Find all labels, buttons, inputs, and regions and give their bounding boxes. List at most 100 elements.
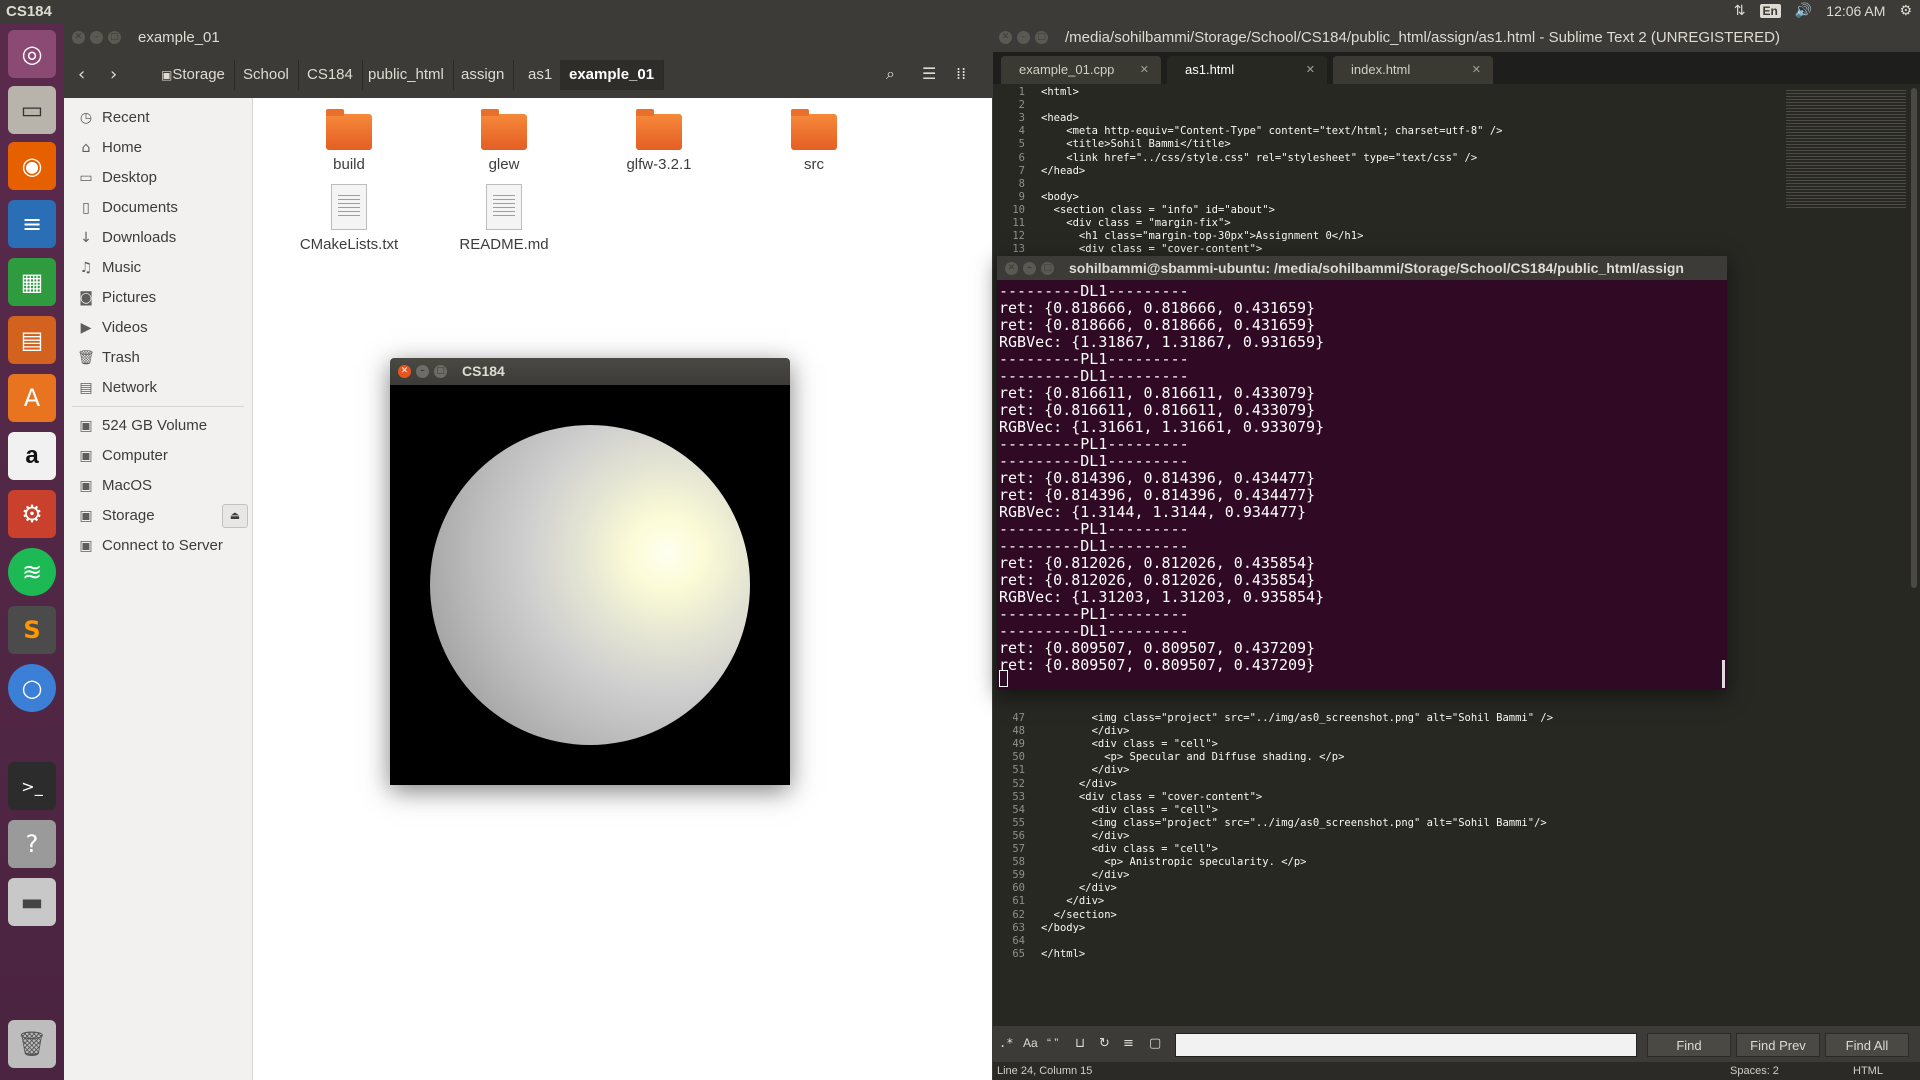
line-number: 48 [1012,725,1025,738]
clock[interactable]: 12:06 AM [1826,3,1885,19]
files-icon[interactable]: ▭ [8,86,56,134]
folder-glew[interactable]: glew [439,109,569,173]
desktop-icon: ▭ [79,170,93,186]
sidebar-item-computer[interactable]: ▣ Computer [64,442,252,470]
minimize-icon[interactable]: – [90,31,103,44]
scrollbar[interactable] [1911,88,1917,588]
wrap-icon[interactable]: ↻ [1099,1036,1110,1051]
terminal-icon[interactable]: >_ [8,762,56,810]
list-view-icon[interactable]: ☰ [922,64,936,83]
sidebar-item-macos[interactable]: ▣ MacOS [64,472,252,500]
maximize-icon[interactable]: □ [434,365,447,378]
sidebar-item-label: Videos [102,319,148,336]
find-prev-button[interactable]: Find Prev [1736,1033,1820,1057]
sidebar-item-desktop[interactable]: ▭ Desktop [64,164,252,192]
impress-icon[interactable]: ▤ [8,316,56,364]
sidebar-item-videos[interactable]: ▶ Videos [64,314,252,342]
in-selection-icon[interactable]: ≡ [1123,1036,1134,1051]
eject-icon[interactable]: ⏏ [222,504,248,528]
back-icon[interactable]: ‹ [78,64,85,85]
keyboard-layout-indicator[interactable]: En [1759,4,1781,18]
code-text: </div> [1041,869,1130,882]
sidebar-item-documents[interactable]: ▯ Documents [64,194,252,222]
tab-as1-html[interactable]: as1.html ✕ [1167,56,1327,84]
breadcrumb-example-01[interactable]: example_01 [560,60,665,90]
sidebar-item-trash[interactable]: 🗑 Trash [64,344,252,372]
volume-icon[interactable]: 🔊 [1795,3,1812,19]
sidebar-item-pictures[interactable]: ◙ Pictures [64,284,252,312]
breadcrumb-public-html[interactable]: public_html [359,60,454,90]
network-icon[interactable]: ⇅ [1734,3,1746,19]
terminal-scrollbar[interactable] [1722,660,1725,688]
sidebar-item-recent[interactable]: ◷ Recent [64,104,252,132]
sidebar-item-home[interactable]: ⌂ Home [64,134,252,162]
chromium-icon[interactable]: ○ [8,664,56,712]
close-icon[interactable]: ✕ [1005,262,1018,275]
sidebar-item-downloads[interactable]: ↓ Downloads [64,224,252,252]
breadcrumb-as1[interactable]: as1 [519,60,563,90]
minimize-icon[interactable]: – [1017,31,1030,44]
file-cmakelists[interactable]: CMakeLists.txt [284,184,414,253]
spotify-icon[interactable]: ≋ [8,548,56,596]
terminal-line: ---------DL1--------- [999,367,1189,385]
minimap[interactable] [1786,88,1906,208]
highlight-icon[interactable]: ▢ [1149,1036,1161,1051]
maximize-icon[interactable]: □ [1041,262,1054,275]
maximize-icon[interactable]: □ [108,31,121,44]
find-button[interactable]: Find [1647,1033,1731,1057]
tab-example-01-cpp[interactable]: example_01.cpp ✕ [1001,56,1161,84]
indentation-status[interactable]: Spaces: 2 [1730,1062,1779,1080]
close-icon[interactable]: ✕ [1140,56,1149,84]
sidebar-item-storage[interactable]: ▣ Storage ⏏ [64,502,252,530]
forward-icon[interactable]: › [110,64,117,85]
folder-glfw[interactable]: glfw-3.2.1 [594,109,724,173]
home-icon: ⌂ [81,140,91,156]
search-icon[interactable]: ⌕ [886,64,895,84]
close-icon[interactable]: ✕ [999,31,1012,44]
close-icon[interactable]: ✕ [1472,56,1481,84]
tab-index-html[interactable]: index.html ✕ [1333,56,1493,84]
case-toggle-icon[interactable]: Aa [1023,1036,1038,1050]
code-line: 13 <div class = "cover-content"> [993,243,1773,256]
find-all-button[interactable]: Find All [1825,1033,1909,1057]
sublime-icon[interactable]: S [8,606,56,654]
help-icon[interactable]: ? [8,820,56,868]
reverse-icon[interactable]: ⊔ [1075,1036,1085,1051]
gear-icon[interactable]: ⚙ [1899,3,1912,19]
amazon-icon[interactable]: a [8,432,56,480]
close-icon[interactable]: ✕ [72,31,85,44]
line-number: 59 [1012,869,1025,882]
syntax-status[interactable]: HTML [1853,1062,1883,1080]
regex-toggle-icon[interactable]: .* [999,1036,1013,1050]
maximize-icon[interactable]: □ [1035,31,1048,44]
file-readme[interactable]: README.md [439,184,569,253]
sidebar-item-music[interactable]: ♫ Music [64,254,252,282]
software-center-icon[interactable]: A [8,374,56,422]
close-icon[interactable]: ✕ [398,365,411,378]
dash-icon[interactable]: ◎ [8,30,56,78]
find-input[interactable] [1175,1033,1637,1057]
sidebar-item-connect-to-server[interactable]: ▣ Connect to Server [64,532,252,560]
breadcrumb-assign[interactable]: assign [452,60,515,90]
calc-icon[interactable]: ▦ [8,258,56,306]
drive-icon[interactable]: ▬ [8,878,56,926]
sidebar-item-network[interactable]: ▤ Network [64,374,252,402]
settings-icon[interactable]: ⚙ [8,490,56,538]
writer-icon[interactable]: ≡ [8,200,56,248]
grid-view-icon[interactable]: ⁞⁞ [956,64,966,83]
sidebar-item-524gb-volume[interactable]: ▣ 524 GB Volume [64,412,252,440]
breadcrumb-cs184[interactable]: CS184 [298,60,363,90]
folder-src[interactable]: src [749,109,879,173]
close-icon[interactable]: ✕ [1306,56,1315,84]
code-line: 47 <img class="project" src="../img/as0_… [993,712,1773,725]
breadcrumb-school[interactable]: School [234,60,299,90]
whole-word-icon[interactable]: “ ” [1047,1036,1058,1050]
minimize-icon[interactable]: – [1023,262,1036,275]
folder-build[interactable]: build [284,109,414,173]
code-text: </div> [1041,764,1130,777]
firefox-icon[interactable]: ◉ [8,142,56,190]
breadcrumb-storage[interactable]: ▣Storage [152,60,235,90]
render-canvas[interactable] [390,385,790,785]
minimize-icon[interactable]: – [416,365,429,378]
trash-icon[interactable]: 🗑 [8,1020,56,1068]
